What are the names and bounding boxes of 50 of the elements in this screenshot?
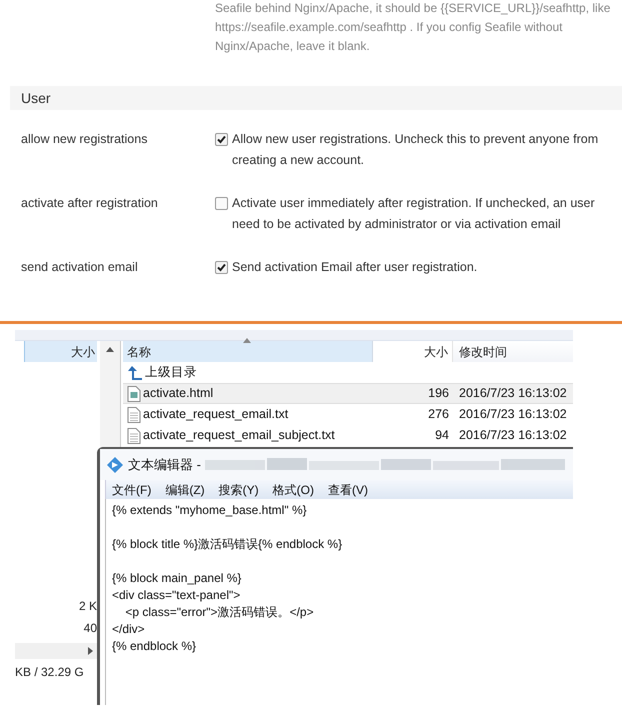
setting-label: activate after registration [21,195,159,212]
menu-item[interactable]: 搜索(Y) [218,480,259,498]
setting-label: allow new registrations [21,131,148,148]
menu-item[interactable]: 文件(F) [112,480,152,498]
right-arrow-icon[interactable] [88,647,93,655]
size-cell-text: 40 [84,620,97,637]
code-line: {% block main_panel %} [112,570,242,587]
setting-description: Activate user immediately after registration. If unchecked, an user need to be activated by administrator or via activation email [232,195,596,234]
up-level-icon [127,364,143,380]
code-line: </div> [112,621,145,638]
modified-date: 2016/7/23 16:13:02 [459,386,567,400]
menu-item[interactable]: 格式(O) [272,480,314,498]
file-size: 196 [428,385,449,402]
file-name: activate_request_email.txt [143,406,288,424]
checkbox[interactable] [215,197,228,210]
menu-item[interactable]: 编辑(Z) [165,480,205,498]
code-line: {% block title %}激活码错误{% endblock %} [112,536,342,553]
code-line: <p class="error">激活码错误。</p> [124,604,314,621]
code-line: <div class="text-panel"> [112,587,240,604]
window-title: 文本编辑器 - [128,456,201,474]
section-title: User [21,88,51,108]
checkbox[interactable] [215,261,228,274]
file-row[interactable]: activate.html 196 2016/7/23 16:13:02 [123,383,573,404]
file-size: 276 [428,406,449,424]
code-line: {% endblock %} [112,638,196,655]
code-line: {% extends "myhome_base.html" %} [112,502,307,519]
text-file-icon [127,406,141,422]
checkbox[interactable] [215,133,228,146]
setting-description: Allow new user registrations. Uncheck this to prevent anyone from creating a new account. [232,131,600,170]
column-header[interactable]: 大小 [24,341,97,362]
setting-description: Send activation Email after user registration. [232,259,478,276]
modified-date: 2016/7/23 16:13:02 [459,428,567,442]
sort-arrow-icon [243,338,251,343]
text-file-icon [127,428,141,444]
setting-label: send activation email [21,259,139,276]
file-name: activate_request_email_subject.txt [143,427,335,444]
file-name: activate.html [143,385,214,402]
up-arrow-icon[interactable] [106,347,114,352]
menu-item[interactable]: 查看(V) [328,480,368,498]
setting-help-text: Seafile behind Nginx/Apache, it should be {{SERVICE_URL}}/seafhttp, like https://seafile.example.com/seafhttp . If you config Seafile without Nginx/Apache, leave it blank. [215,0,612,55]
app-icon [106,456,124,474]
html-file-icon [127,386,141,402]
modified-date: 2016/7/23 16:13:02 [459,407,567,422]
file-name: 上级目录 [145,364,197,382]
status-text: KB / 32.29 G [15,664,85,681]
horizontal-scrollbar[interactable] [15,643,97,659]
column-header[interactable]: 名称 [123,341,373,362]
size-cell-text: 2 K [78,598,97,615]
vertical-scrollbar[interactable] [100,341,121,447]
file-size: 94 [435,427,449,444]
